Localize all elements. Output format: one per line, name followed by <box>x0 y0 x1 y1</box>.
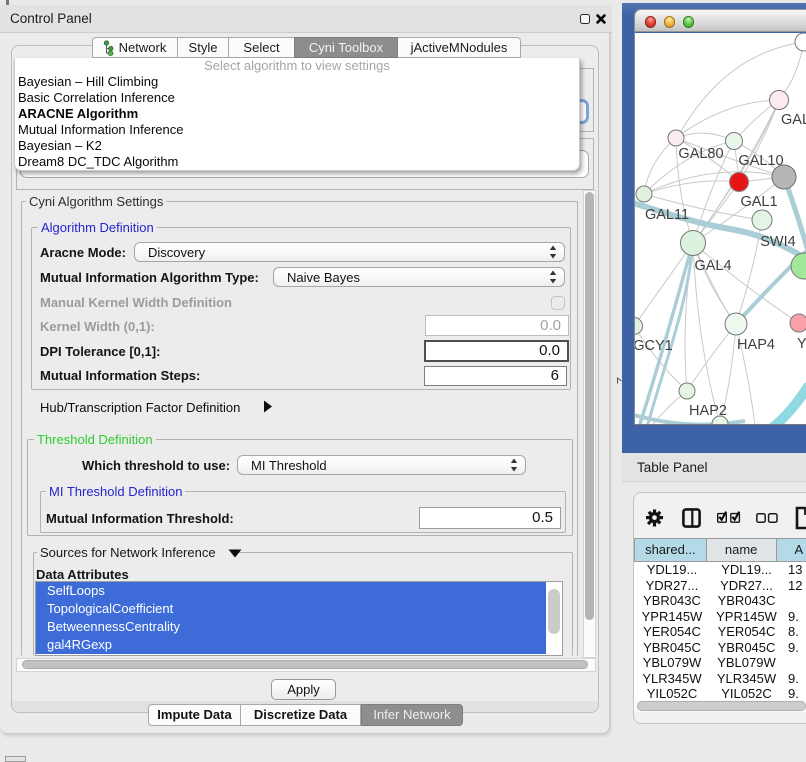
svg-text:HAP2: HAP2 <box>689 403 727 419</box>
svg-text:HAP4: HAP4 <box>737 337 775 353</box>
svg-text:YEL: YEL <box>797 336 806 352</box>
svg-text:SWI4: SWI4 <box>760 234 795 250</box>
svg-text:GAL7: GAL7 <box>781 112 806 128</box>
svg-text:GCY1: GCY1 <box>635 338 673 354</box>
svg-text:GAL4: GAL4 <box>694 258 731 274</box>
svg-text:GAL11: GAL11 <box>645 207 689 223</box>
svg-text:GAL10: GAL10 <box>738 153 783 169</box>
svg-text:GAL1: GAL1 <box>740 194 777 210</box>
svg-text:GAL80: GAL80 <box>678 146 723 162</box>
